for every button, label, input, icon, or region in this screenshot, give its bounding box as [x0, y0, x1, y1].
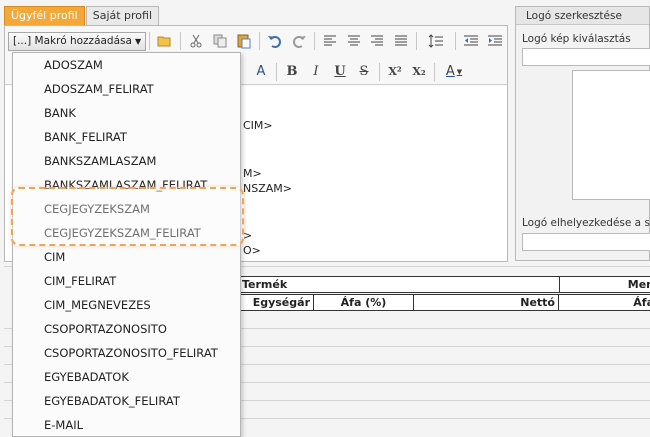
- editor-toolbar-main: [...] Makró hozzáadása ▼: [5, 28, 507, 54]
- menu-item-egyebadatok-felirat[interactable]: EGYEBADATOK_FELIRAT: [13, 390, 240, 412]
- table-header-row: Egységár Áfa (%) Nettó Áfa: [238, 294, 650, 311]
- line-spacing-icon[interactable]: [422, 31, 450, 51]
- scroll-indicator: [478, 201, 486, 209]
- menu-item-bankszamlaszam[interactable]: BANKSZAMLASZAM: [13, 150, 240, 172]
- table-group-header-row: Termék Men: [238, 276, 650, 293]
- chevron-down-icon: ▼: [134, 36, 142, 46]
- strikethrough-icon[interactable]: S: [354, 62, 374, 82]
- tab-ugyfel-profil[interactable]: Ügyfél profil: [4, 6, 85, 25]
- align-justify-icon[interactable]: [391, 31, 411, 51]
- menu-item-csoportazonosito[interactable]: CSOPORTAZONOSITO: [13, 318, 240, 340]
- menu-item-cim[interactable]: CIM: [13, 246, 240, 268]
- align-center-icon[interactable]: [344, 31, 364, 51]
- editor-text-line: >: [243, 229, 253, 242]
- logo-image-select-field[interactable]: [522, 48, 650, 66]
- paste-icon[interactable]: [234, 31, 254, 51]
- undo-icon[interactable]: [265, 31, 285, 51]
- menu-item-cim-felirat[interactable]: CIM_FELIRAT: [13, 270, 240, 292]
- cut-icon[interactable]: [186, 31, 206, 51]
- toolbar-divider: [379, 62, 380, 81]
- table-header-cell: Áfa (%): [314, 295, 414, 310]
- editor-text-line: O>: [243, 244, 261, 257]
- align-left-icon[interactable]: [320, 31, 340, 51]
- editor-text-line: M>: [243, 167, 262, 180]
- menu-item-adoszam-felirat[interactable]: ADOSZAM_FELIRAT: [13, 78, 240, 100]
- table-header-cell: Men: [560, 277, 650, 292]
- menu-item-bank[interactable]: BANK: [13, 102, 240, 124]
- font-size-icon[interactable]: A: [251, 62, 271, 82]
- toolbar-divider: [276, 62, 277, 81]
- menu-item-e-mail[interactable]: E-MAIL: [13, 414, 240, 436]
- table-group-header: Termék: [242, 278, 288, 291]
- menu-item-egyebadatok[interactable]: EGYEBADATOK: [13, 366, 240, 388]
- toolbar-divider: [416, 32, 418, 50]
- macro-add-dropdown[interactable]: [...] Makró hozzáadása ▼: [8, 31, 147, 51]
- underline-icon[interactable]: U: [330, 62, 350, 82]
- table-header-cell: Egységár: [239, 295, 314, 310]
- logo-panel-title: Logó szerkesztése: [516, 7, 649, 25]
- toolbar-divider: [180, 32, 182, 50]
- table-header-cell: Áfa: [633, 296, 650, 309]
- editor-text-line: NSZAM>: [243, 182, 292, 195]
- copy-icon[interactable]: [210, 31, 230, 51]
- tab-sajat-profil[interactable]: Saját profil: [85, 6, 160, 25]
- redo-icon[interactable]: [289, 31, 309, 51]
- toolbar-divider: [258, 32, 260, 50]
- indent-icon[interactable]: [485, 31, 505, 51]
- highlight-annotation: [11, 187, 244, 246]
- toolbar-divider: [149, 32, 151, 50]
- subscript-icon[interactable]: X₂: [409, 62, 429, 82]
- logo-position-label: Logó elhelyezkedése a szál: [522, 217, 650, 229]
- macro-add-label: [...] Makró hozzáadása: [13, 35, 132, 47]
- font-color-icon[interactable]: A ▼: [440, 62, 468, 82]
- menu-item-cim-megnevezes[interactable]: CIM_MEGNEVEZES: [13, 294, 240, 316]
- outdent-icon[interactable]: [461, 31, 481, 51]
- logo-preview: [572, 70, 650, 200]
- menu-item-csoportazonosito-felirat[interactable]: CSOPORTAZONOSITO_FELIRAT: [13, 342, 240, 364]
- align-right-icon[interactable]: [367, 31, 387, 51]
- superscript-icon[interactable]: X²: [385, 62, 405, 82]
- logo-position-field[interactable]: [522, 233, 650, 251]
- toolbar-divider: [434, 62, 435, 81]
- menu-item-bank-felirat[interactable]: BANK_FELIRAT: [13, 126, 240, 148]
- italic-icon[interactable]: I: [306, 62, 326, 82]
- menu-item-adoszam[interactable]: ADOSZAM: [13, 54, 240, 76]
- table-header-cell: Nettó: [414, 295, 559, 310]
- logo-image-select-label: Logó kép kiválasztás: [522, 33, 631, 45]
- logo-edit-panel: Logó szerkesztése Logó kép kiválasztás L…: [515, 6, 650, 261]
- toolbar-divider: [313, 32, 315, 50]
- editor-text-line: CIM>: [243, 119, 273, 132]
- bold-icon[interactable]: B: [282, 62, 302, 82]
- table-header-cell: Termék: [239, 277, 560, 292]
- open-folder-icon[interactable]: [155, 31, 175, 51]
- profile-tabs: Ügyfél profil Saját profil: [4, 6, 160, 25]
- table-group-header-right: Men: [627, 278, 650, 291]
- toolbar-divider: [455, 32, 457, 50]
